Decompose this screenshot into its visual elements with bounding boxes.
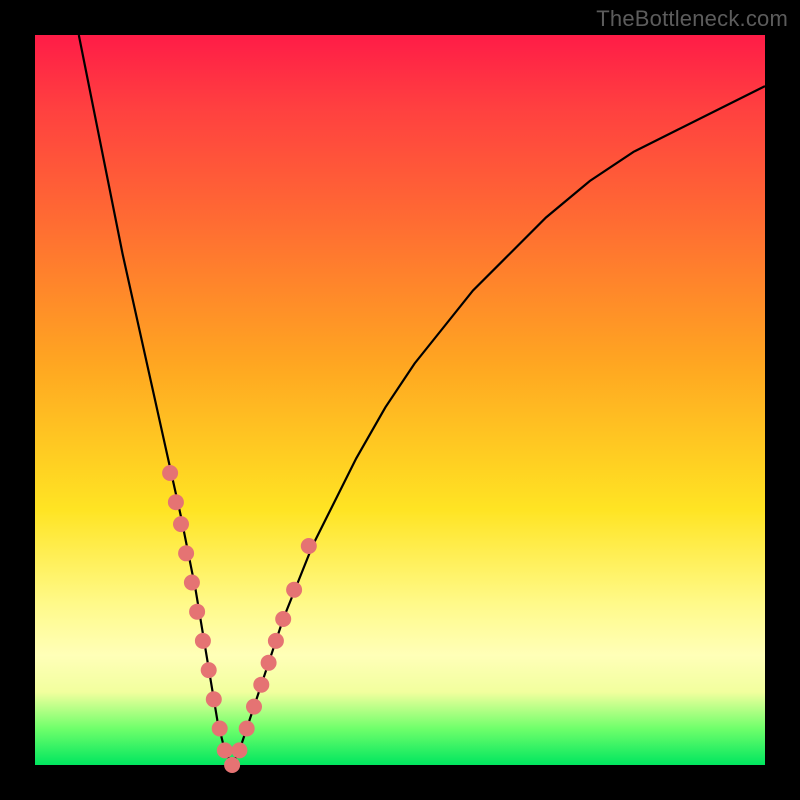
- highlight-dot: [189, 604, 205, 620]
- highlight-dot: [206, 691, 222, 707]
- bottleneck-curve: [35, 35, 765, 765]
- highlight-dot: [195, 633, 211, 649]
- highlight-dot: [168, 494, 184, 510]
- highlight-dot: [184, 575, 200, 591]
- highlight-dot: [275, 611, 291, 627]
- highlight-dot: [261, 655, 277, 671]
- highlight-dot: [246, 699, 262, 715]
- highlight-dot: [231, 742, 247, 758]
- highlight-dot: [173, 516, 189, 532]
- highlight-dot: [253, 677, 269, 693]
- attribution-label: TheBottleneck.com: [596, 6, 788, 32]
- highlight-dot: [286, 582, 302, 598]
- highlight-dots: [162, 465, 317, 773]
- highlight-dot: [162, 465, 178, 481]
- highlight-dot: [239, 721, 255, 737]
- chart-frame: TheBottleneck.com: [0, 0, 800, 800]
- highlight-dot: [217, 742, 233, 758]
- plot-area: [35, 35, 765, 765]
- highlight-dot: [224, 757, 240, 773]
- highlight-dot: [268, 633, 284, 649]
- highlight-dot: [212, 721, 228, 737]
- highlight-dot: [301, 538, 317, 554]
- highlight-dot: [178, 545, 194, 561]
- highlight-dot: [201, 662, 217, 678]
- curve-line: [79, 35, 765, 765]
